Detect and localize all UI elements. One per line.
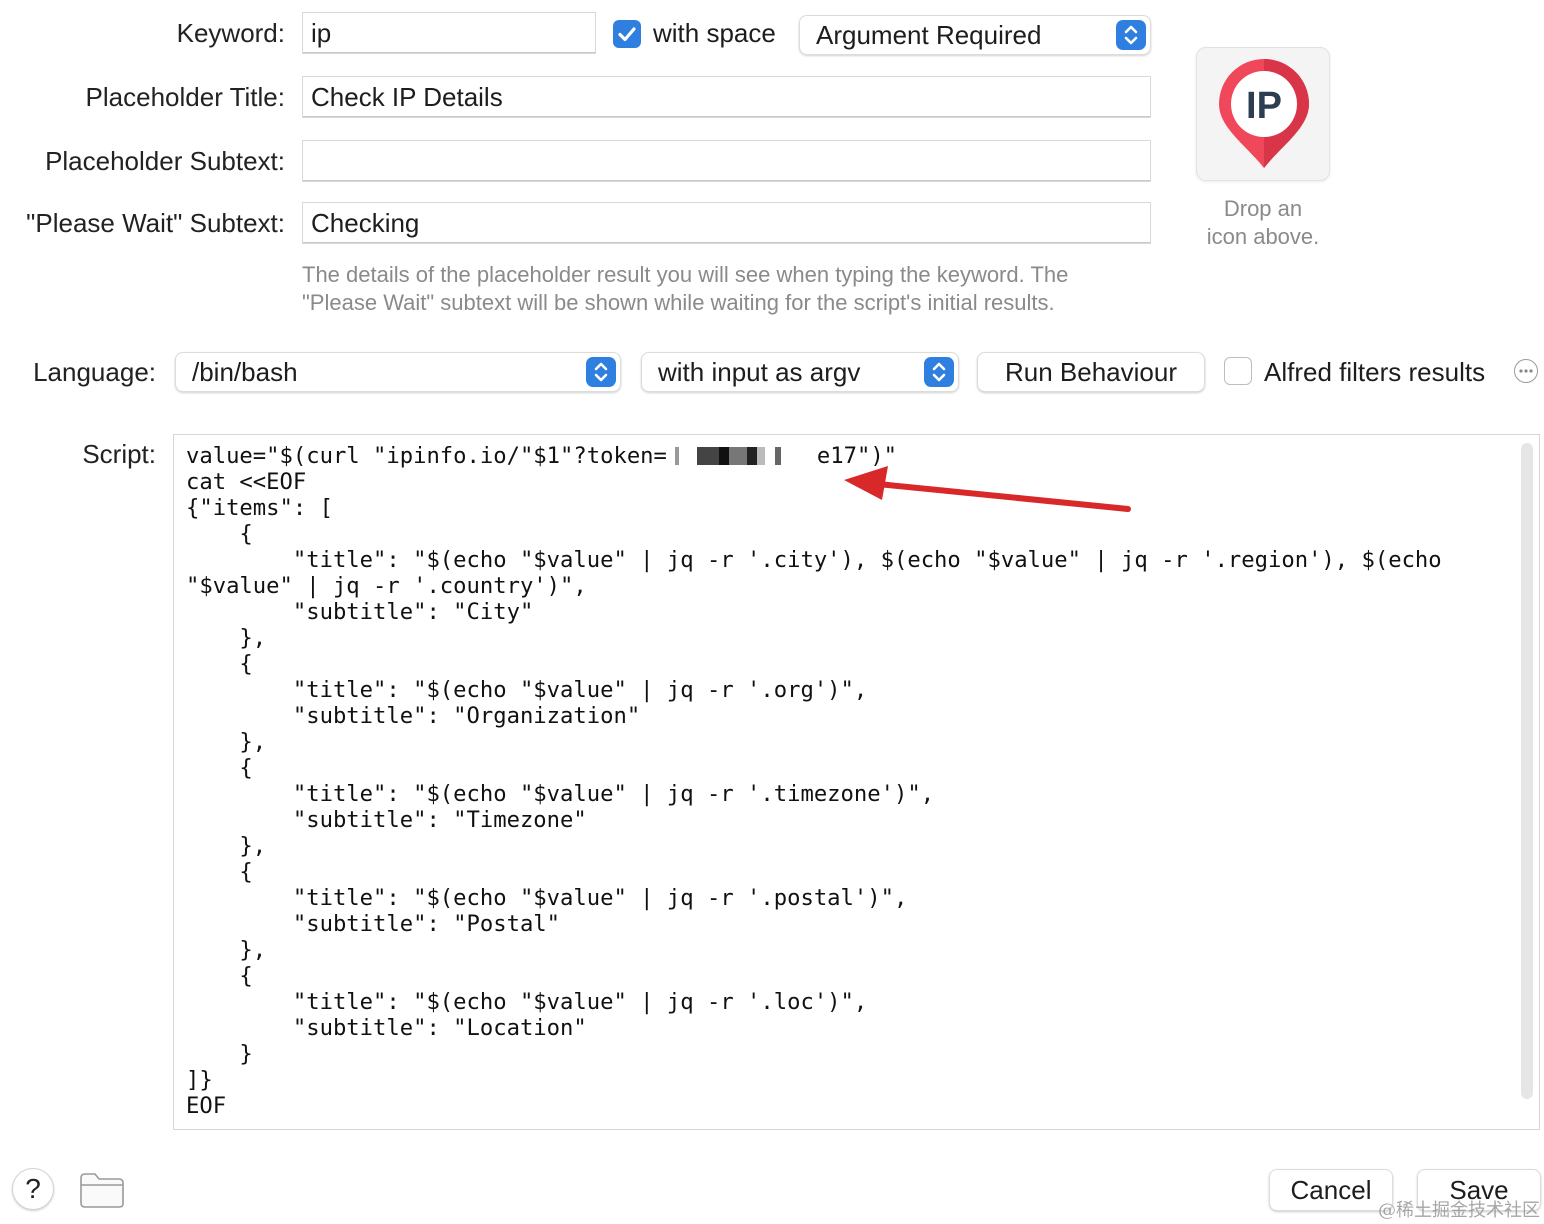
placeholder-title-label: Placeholder Title: (85, 82, 285, 112)
more-options-icon[interactable] (1514, 359, 1538, 383)
input-mode-value: with input as argv (658, 357, 861, 387)
keyword-label: Keyword: (176, 18, 285, 48)
icon-hint-line2: icon above. (1206, 224, 1320, 249)
language-popup[interactable]: /bin/bash (175, 352, 621, 392)
ip-location-pin-icon: IP (1219, 59, 1309, 168)
placeholder-subtext-input[interactable] (302, 140, 1151, 182)
script-scrollbar[interactable] (1521, 443, 1533, 1099)
alfred-filters-label: Alfred filters results (1264, 357, 1486, 387)
please-wait-label: "Please Wait" Subtext: (26, 208, 285, 238)
script-code[interactable]: value="$(curl "ipinfo.io/"$1"?token= e17"… (186, 443, 1442, 1119)
argument-mode-popup[interactable]: Argument Required (799, 15, 1151, 55)
script-body: cat <<EOF {"items": [ { "title": "$(echo… (186, 469, 1442, 1119)
with-space-checkbox[interactable] (613, 20, 641, 48)
argument-mode-value: Argument Required (816, 20, 1042, 50)
language-label: Language: (33, 357, 156, 387)
script-line1-prefix: value="$(curl "ipinfo.io/"$1"?token= (186, 443, 667, 469)
keyword-input[interactable]: ip (302, 12, 596, 54)
alfred-filters-checkbox[interactable] (1224, 357, 1252, 385)
redacted-token (666, 447, 817, 465)
help-text-line1: The details of the placeholder result yo… (302, 262, 1069, 287)
cancel-button[interactable]: Cancel (1269, 1169, 1393, 1211)
script-editor[interactable]: value="$(curl "ipinfo.io/"$1"?token= e17"… (173, 434, 1540, 1130)
placeholder-title-input[interactable]: Check IP Details (302, 76, 1151, 118)
annotation-arrow (844, 466, 1131, 512)
folder-icon[interactable] (79, 1170, 125, 1215)
watermark: @稀土掘金技术社区 (1378, 1200, 1540, 1221)
with-space-label: with space (653, 18, 776, 48)
help-button[interactable]: ? (12, 1168, 54, 1210)
ip-icon-text: IP (1246, 85, 1282, 127)
checkmark-icon (618, 27, 636, 42)
script-label: Script: (82, 439, 156, 469)
icon-hint-line1: Drop an (1223, 196, 1303, 221)
question-mark-icon: ? (25, 1173, 41, 1204)
please-wait-input[interactable]: Checking (302, 202, 1151, 244)
chevron-updown-icon (586, 357, 616, 387)
run-behaviour-button[interactable]: Run Behaviour (977, 352, 1205, 392)
input-mode-popup[interactable]: with input as argv (641, 352, 959, 392)
help-text-line2: "Please Wait" subtext will be shown whil… (302, 290, 1055, 315)
language-value: /bin/bash (192, 357, 298, 387)
icon-drop-well[interactable]: IP (1196, 47, 1330, 181)
chevron-updown-icon (924, 357, 954, 387)
chevron-updown-icon (1116, 20, 1146, 50)
placeholder-subtext-label: Placeholder Subtext: (45, 146, 285, 176)
